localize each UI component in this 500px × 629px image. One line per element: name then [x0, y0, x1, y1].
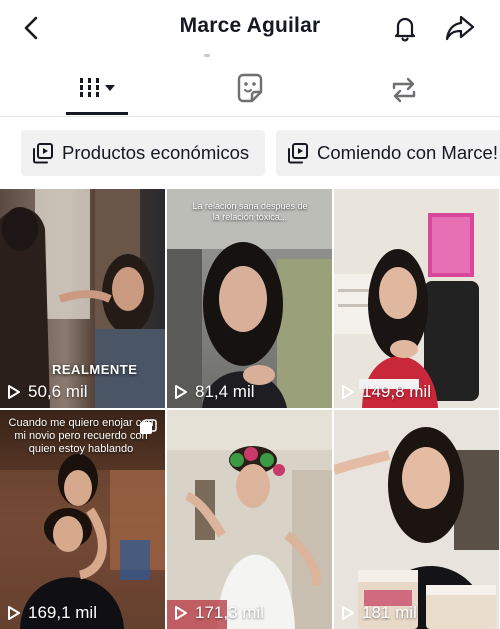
video-thumbnail[interactable]: REALMENTE 50,6 mil [0, 189, 165, 408]
play-icon [342, 606, 354, 620]
video-caption: La relación sana después de la relación … [192, 201, 308, 222]
play-icon [342, 385, 354, 399]
grid-filter-icon [80, 78, 115, 97]
video-thumbnail[interactable]: 171,3 mil [167, 410, 332, 629]
view-count: 169,1 mil [7, 603, 97, 623]
view-count-label: 181 mil [362, 603, 417, 622]
photo-carousel-icon [140, 419, 157, 434]
video-grid: REALMENTE 50,6 mil La relación sana desp… [0, 189, 500, 629]
play-icon [8, 606, 20, 620]
playlist-icon [288, 143, 308, 164]
share-arrow-icon[interactable] [444, 13, 476, 43]
thumbnail-image [334, 213, 479, 408]
scroll-indicator [204, 54, 210, 57]
play-icon [175, 606, 187, 620]
sticker-icon [237, 73, 263, 103]
active-tab-indicator [66, 112, 128, 115]
view-count-label: 50,6 mil [28, 382, 88, 401]
video-thumbnail[interactable]: 149,8 mil [334, 189, 499, 408]
tab-stickers[interactable] [226, 64, 274, 116]
tab-reposts[interactable] [380, 64, 428, 116]
bell-icon[interactable] [390, 13, 420, 43]
playlist-chip[interactable]: Comiendo con Marce! [276, 130, 500, 176]
playlist-label: Comiendo con Marce! [317, 142, 498, 163]
playlist-chip[interactable]: Productos económicos [21, 130, 265, 176]
profile-tabs [0, 64, 500, 117]
video-thumbnail[interactable]: La relación sana después de la relación … [167, 189, 332, 408]
playlist-icon [33, 143, 53, 164]
view-count: 149,8 mil [341, 382, 431, 402]
video-overlay-text: REALMENTE [52, 362, 138, 377]
view-count: 81,4 mil [174, 382, 255, 402]
tab-videos[interactable] [66, 64, 128, 116]
playlist-row: Productos económicos Comiendo con Marce! [0, 128, 500, 178]
profile-header: Marce Aguilar [0, 0, 500, 57]
play-icon [175, 385, 187, 399]
playlist-label: Productos económicos [62, 142, 250, 163]
video-thumbnail[interactable]: Cuando me quiero enojar con mi novio per… [0, 410, 165, 629]
repost-icon [392, 77, 416, 103]
view-count: 171,3 mil [174, 603, 264, 623]
view-count-label: 169,1 mil [28, 603, 97, 622]
view-count-label: 171,3 mil [195, 603, 264, 622]
video-caption: Cuando me quiero enojar con mi novio per… [8, 417, 154, 455]
view-count-label: 149,8 mil [362, 382, 431, 401]
page-title: Marce Aguilar [179, 14, 321, 37]
video-thumbnail[interactable]: 181 mil [334, 410, 499, 629]
view-count-label: 81,4 mil [195, 382, 255, 401]
thumbnail-image [167, 410, 332, 629]
view-count: 50,6 mil [7, 382, 88, 402]
view-count: 181 mil [341, 603, 417, 623]
thumbnail-image [334, 427, 499, 629]
play-icon [8, 385, 20, 399]
